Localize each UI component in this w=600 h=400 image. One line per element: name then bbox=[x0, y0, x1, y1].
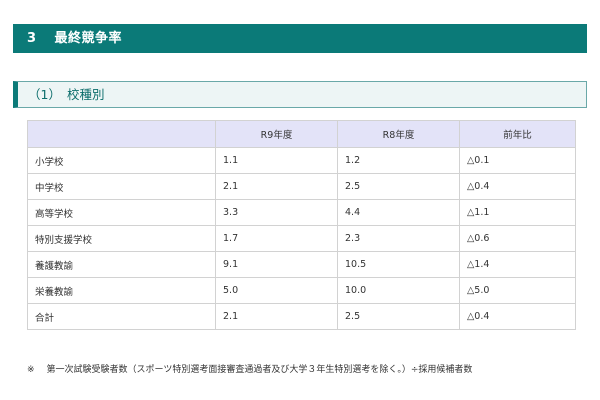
table-row: 養護教諭 9.1 10.5 △1.4 bbox=[27, 251, 576, 278]
cell-category: 特別支援学校 bbox=[27, 225, 216, 252]
cell-diff: △1.4 bbox=[459, 251, 576, 278]
subsection-header: （1） 校種別 bbox=[13, 81, 587, 108]
subsection-title: 校種別 bbox=[66, 87, 105, 102]
table-row-total: 合計 2.1 2.5 △0.4 bbox=[27, 303, 576, 330]
table-header-row: R9年度 R8年度 前年比 bbox=[27, 120, 576, 148]
page: 3 最終競争率 （1） 校種別 R9年度 R8年度 前年比 小学校 1.1 1.2 … bbox=[0, 0, 600, 400]
cell-r9: 2.1 bbox=[215, 303, 338, 330]
cell-r9: 9.1 bbox=[215, 251, 338, 278]
cell-r9: 3.3 bbox=[215, 199, 338, 226]
table-row: 小学校 1.1 1.2 △0.1 bbox=[27, 147, 576, 174]
cell-diff: △0.4 bbox=[459, 303, 576, 330]
cell-category: 高等学校 bbox=[27, 199, 216, 226]
table-row: 中学校 2.1 2.5 △0.4 bbox=[27, 173, 576, 200]
cell-r9: 1.1 bbox=[215, 147, 338, 174]
cell-r8: 2.5 bbox=[337, 303, 460, 330]
subsection-label: （1） bbox=[28, 87, 61, 102]
cell-diff: △0.1 bbox=[459, 147, 576, 174]
header-diff: 前年比 bbox=[459, 120, 576, 148]
cell-diff: △1.1 bbox=[459, 199, 576, 226]
cell-diff: △5.0 bbox=[459, 277, 576, 304]
cell-category: 栄養教諭 bbox=[27, 277, 216, 304]
cell-r9: 1.7 bbox=[215, 225, 338, 252]
header-r9: R9年度 bbox=[215, 120, 338, 148]
header-category bbox=[27, 120, 216, 148]
section-number: 3 bbox=[27, 31, 37, 46]
cell-diff: △0.4 bbox=[459, 173, 576, 200]
cell-category: 中学校 bbox=[27, 173, 216, 200]
table-row: 栄養教諭 5.0 10.0 △5.0 bbox=[27, 277, 576, 304]
cell-category: 養護教諭 bbox=[27, 251, 216, 278]
cell-category: 合計 bbox=[27, 303, 216, 330]
cell-r9: 5.0 bbox=[215, 277, 338, 304]
cell-r8: 1.2 bbox=[337, 147, 460, 174]
table-row: 高等学校 3.3 4.4 △1.1 bbox=[27, 199, 576, 226]
cell-r8: 2.3 bbox=[337, 225, 460, 252]
competition-rate-table: R9年度 R8年度 前年比 小学校 1.1 1.2 △0.1 中学校 2.1 2… bbox=[27, 120, 576, 330]
footnote: ※ 第一次試験受験者数（スポーツ特別選考面接審査通過者及び大学３年生特別選考を除く… bbox=[27, 362, 472, 375]
cell-r8: 10.0 bbox=[337, 277, 460, 304]
cell-r9: 2.1 bbox=[215, 173, 338, 200]
cell-diff: △0.6 bbox=[459, 225, 576, 252]
header-r8: R8年度 bbox=[337, 120, 460, 148]
footnote-mark: ※ bbox=[27, 365, 35, 375]
cell-r8: 4.4 bbox=[337, 199, 460, 226]
cell-r8: 10.5 bbox=[337, 251, 460, 278]
cell-category: 小学校 bbox=[27, 147, 216, 174]
table-row: 特別支援学校 1.7 2.3 △0.6 bbox=[27, 225, 576, 252]
cell-r8: 2.5 bbox=[337, 173, 460, 200]
footnote-text: 第一次試験受験者数（スポーツ特別選考面接審査通過者及び大学３年生特別選考を除く。… bbox=[46, 365, 473, 375]
section-title: 最終競争率 bbox=[54, 31, 123, 46]
section-header: 3 最終競争率 bbox=[13, 24, 587, 53]
